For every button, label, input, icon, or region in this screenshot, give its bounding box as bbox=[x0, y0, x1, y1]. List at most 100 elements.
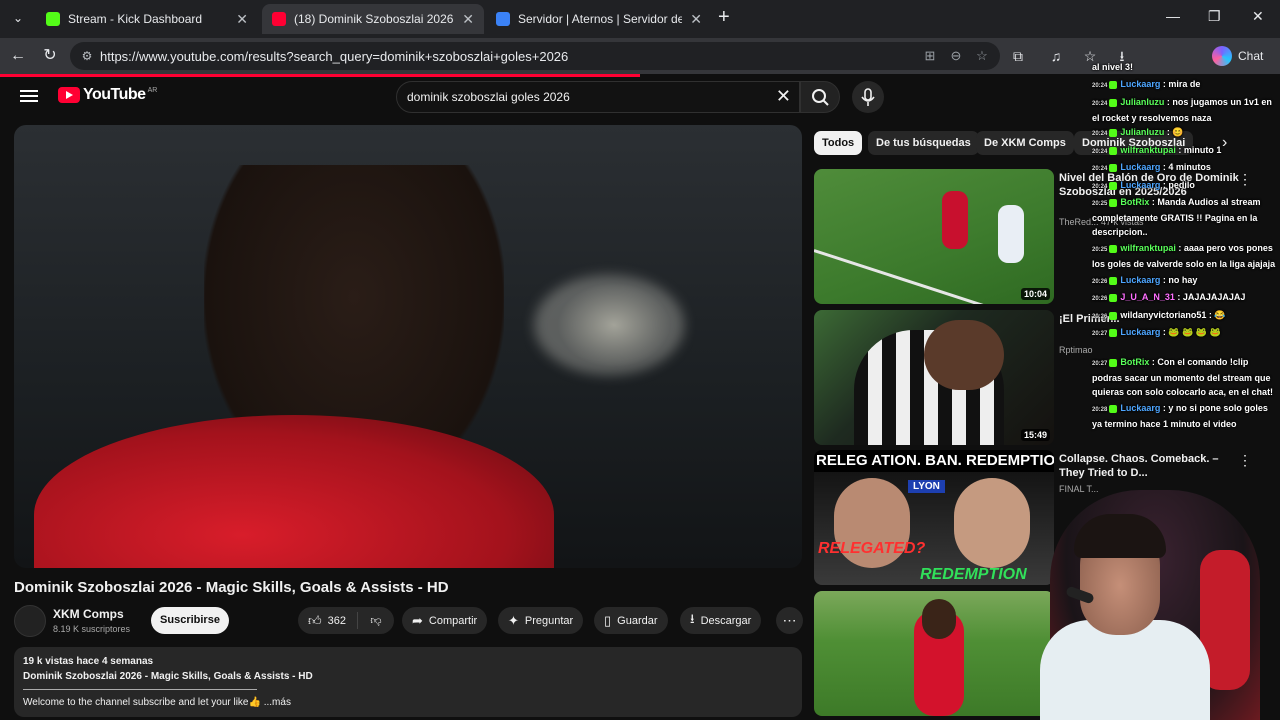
video-description[interactable]: 19 k vistas hace 4 semanas Dominik Szobo… bbox=[14, 647, 802, 717]
new-tab-icon[interactable]: + bbox=[718, 6, 730, 29]
site-info-icon[interactable]: ⚙ bbox=[78, 47, 96, 65]
address-bar[interactable]: ⚙ https://www.youtube.com/results?search… bbox=[70, 42, 1000, 70]
share-button[interactable]: ➦ Compartir bbox=[402, 607, 488, 634]
voice-search-button[interactable] bbox=[852, 81, 884, 113]
chat-username: Luckaarg bbox=[1120, 327, 1161, 337]
chat-timestamp: 20:24 bbox=[1092, 131, 1108, 137]
club-badge: LYON bbox=[908, 480, 945, 493]
subscriber-count: 8.19 K suscriptores bbox=[53, 624, 131, 634]
thumbnail-banner-text: RELEG ATION. BAN. REDEMPTION bbox=[814, 450, 1054, 472]
search-input[interactable]: dominik szoboszlai goles 2026 ✕ bbox=[396, 81, 800, 113]
recommended-title[interactable]: Collapse. Chaos. Comeback. – They Tried … bbox=[1059, 452, 1239, 480]
thumbnail-player-head bbox=[924, 320, 1004, 390]
tab-kick-dashboard[interactable]: Stream - Kick Dashboard ✕ bbox=[36, 4, 258, 34]
chat-text: : pedilo bbox=[1160, 180, 1195, 190]
chat-timestamp: 20:27 bbox=[1092, 361, 1108, 367]
recommended-thumbnail[interactable]: 15:49 bbox=[814, 310, 1054, 445]
chat-badge-icon bbox=[1109, 311, 1118, 320]
chat-username: Luckaarg bbox=[1120, 275, 1161, 285]
chat-message: 20:24 Julianluzu : 😊 bbox=[1092, 125, 1278, 141]
tab-youtube[interactable]: (18) Dominik Szoboszlai 2026 - Ma ✕ bbox=[262, 4, 484, 34]
chat-message: 20:24 Luckaarg : mira de bbox=[1092, 77, 1278, 93]
chat-timestamp: 20:28 bbox=[1092, 407, 1108, 413]
chat-username: Luckaarg bbox=[1120, 162, 1161, 172]
chat-badge-icon bbox=[1109, 198, 1118, 207]
chat-text: : 🐸 🐸 🐸 🐸 bbox=[1160, 327, 1221, 337]
chat-username: Julianluzu bbox=[1120, 127, 1165, 137]
zoom-icon[interactable]: ⊖ bbox=[948, 48, 964, 64]
like-count: 362 bbox=[327, 614, 346, 627]
minimize-icon[interactable]: — bbox=[1166, 8, 1180, 24]
browser-toolbar: ← ↻ ⚙ https://www.youtube.com/results?se… bbox=[0, 38, 1280, 74]
youtube-logo[interactable]: YouTube AR bbox=[58, 86, 157, 104]
chat-username: Luckaarg bbox=[1120, 180, 1161, 190]
chat-timestamp: 20:25 bbox=[1092, 201, 1108, 207]
media-icon[interactable]: ♫ bbox=[1046, 46, 1066, 66]
subscribe-button[interactable]: Suscribirse bbox=[151, 607, 229, 634]
chat-badge-icon bbox=[1109, 128, 1118, 137]
streamer-shirt bbox=[1040, 620, 1210, 720]
bookmark-star-icon[interactable]: ☆ bbox=[974, 48, 990, 64]
chat-timestamp: 20:27 bbox=[1092, 331, 1108, 337]
download-button[interactable]: ⭳ Descargar bbox=[680, 607, 762, 634]
url-text: https://www.youtube.com/results?search_q… bbox=[100, 49, 569, 64]
mic-icon bbox=[861, 88, 875, 106]
chat-timestamp: 20:24 bbox=[1092, 101, 1108, 107]
channel-avatar[interactable] bbox=[14, 605, 46, 637]
chat-header-text: al nivel 3! bbox=[1092, 62, 1134, 72]
download-label: Descargar bbox=[700, 614, 752, 627]
chat-text: : JAJAJAJAJAJ bbox=[1174, 292, 1246, 302]
clear-search-icon[interactable]: ✕ bbox=[776, 86, 791, 107]
aternos-favicon-icon bbox=[496, 12, 510, 26]
chat-text: : minuto 1 bbox=[1175, 145, 1222, 155]
chat-timestamp: 20:24 bbox=[1092, 83, 1108, 89]
reload-icon[interactable]: ↻ bbox=[40, 46, 60, 66]
chat-timestamp: 20:26 bbox=[1092, 279, 1108, 285]
chat-text: : nos jugamos un 1v1 en el rocket y reso… bbox=[1092, 97, 1272, 123]
chat-message: 20:24 Julianluzu : nos jugamos un 1v1 en … bbox=[1092, 95, 1278, 125]
recommended-thumbnail[interactable]: 10:04 bbox=[814, 169, 1054, 304]
search-icon bbox=[812, 89, 829, 106]
description-title: Dominik Szoboszlai 2026 - Magic Skills, … bbox=[23, 671, 313, 682]
download-arrow-icon: ⭳ bbox=[690, 610, 695, 626]
tab-search-icon[interactable]: ⌄ bbox=[8, 8, 28, 28]
ask-label: Preguntar bbox=[524, 614, 574, 627]
chip-from-searches[interactable]: De tus búsquedas bbox=[868, 131, 979, 155]
dislike-button[interactable]: 👎︎ bbox=[358, 614, 394, 627]
search-button[interactable] bbox=[800, 81, 840, 113]
extensions-icon[interactable]: ⧉ bbox=[1008, 46, 1028, 66]
chat-badge-icon bbox=[1109, 293, 1118, 302]
close-tab-icon[interactable]: ✕ bbox=[236, 11, 248, 28]
video-menu-icon[interactable]: ⋮ bbox=[1238, 452, 1252, 469]
close-tab-icon[interactable]: ✕ bbox=[462, 11, 474, 28]
app-install-icon[interactable]: ⊞ bbox=[922, 48, 938, 64]
chip-from-channel[interactable]: De XKM Comps bbox=[976, 131, 1074, 155]
menu-icon[interactable] bbox=[20, 87, 38, 103]
maximize-icon[interactable]: ❐ bbox=[1208, 8, 1221, 25]
search-query-text: dominik szoboszlai goles 2026 bbox=[407, 90, 570, 104]
youtube-play-icon bbox=[58, 87, 80, 103]
chat-timestamp: 20:26 bbox=[1092, 314, 1108, 320]
tab-title: (18) Dominik Szoboszlai 2026 - Ma bbox=[294, 12, 454, 26]
chip-all[interactable]: Todos bbox=[814, 131, 863, 155]
chat-message: 20:24 Luckaarg : pedilo bbox=[1092, 178, 1278, 194]
back-arrow-icon[interactable]: ← bbox=[8, 46, 28, 66]
save-button[interactable]: ▯ Guardar bbox=[594, 607, 668, 634]
close-window-icon[interactable]: ✕ bbox=[1252, 8, 1264, 25]
like-button[interactable]: 👍︎ 362 bbox=[298, 612, 358, 629]
tab-aternos[interactable]: Servidor | Aternos | Servidor de Mi ✕ bbox=[486, 4, 712, 34]
more-actions-icon[interactable]: ⋯ bbox=[776, 607, 803, 634]
chat-username: wilfranktupai bbox=[1120, 145, 1176, 155]
youtube-favicon-icon bbox=[272, 12, 286, 26]
channel-name[interactable]: XKM Comps bbox=[53, 607, 124, 621]
chat-message: 20:27 BotRix : Con el comando !clip podra… bbox=[1092, 355, 1278, 399]
description-text: Welcome to the channel subscribe and let… bbox=[23, 697, 291, 708]
close-tab-icon[interactable]: ✕ bbox=[690, 11, 702, 28]
chat-message: 20:24 wilfranktupai : minuto 1 bbox=[1092, 143, 1278, 159]
chat-badge-icon bbox=[1109, 163, 1118, 172]
video-player[interactable] bbox=[14, 125, 802, 568]
chat-username: J_U_A_N_31 bbox=[1120, 292, 1175, 302]
chat-badge-icon bbox=[1109, 276, 1118, 285]
ask-button[interactable]: ✦ Preguntar bbox=[498, 607, 584, 634]
chat-timestamp: 20:24 bbox=[1092, 184, 1108, 190]
